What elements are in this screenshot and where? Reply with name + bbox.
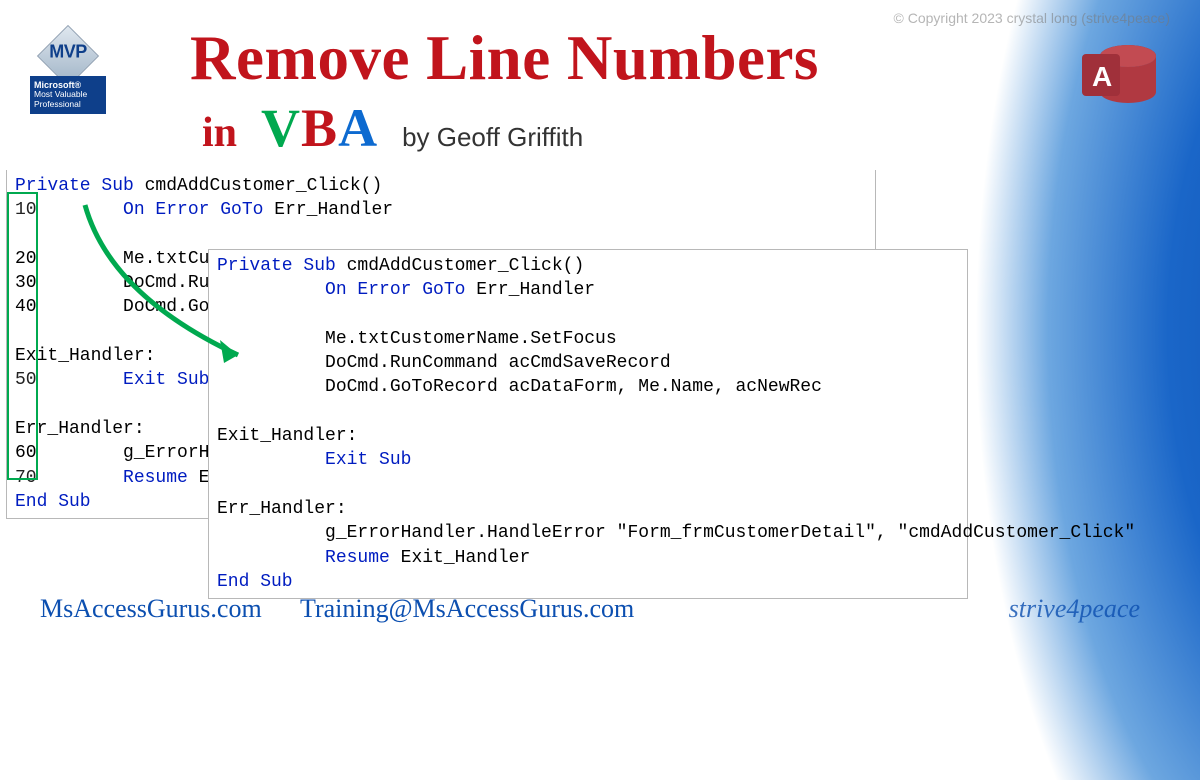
code-linenum: 70 [15, 468, 123, 488]
code-indent [217, 548, 325, 568]
code-kw: Resume [325, 548, 390, 568]
vba-v: V [261, 98, 301, 158]
footer-email[interactable]: Training@MsAccessGurus.com [300, 594, 634, 624]
code-string: "Form_frmCustomerDetail", "cmdAddCustome… [617, 523, 1135, 543]
code-kw: End Sub [217, 572, 293, 592]
code-text: 60 g_ErrorHa [15, 443, 220, 463]
code-text: DoCmd.GoToRecord acDataForm, Me.Name, ac… [217, 377, 822, 397]
code-kw: On Error GoTo [123, 200, 263, 220]
code-linenum: 50 [15, 370, 123, 390]
vba-b: B [301, 98, 338, 158]
code-text: g_ErrorHandler.HandleError [217, 523, 617, 543]
footer-signature: strive4peace [1009, 594, 1140, 624]
vba-a: A [338, 98, 378, 158]
code-kw: Exit Sub [325, 450, 411, 470]
code-text: 40 DoCmd.GoT [15, 297, 220, 317]
code-text: DoCmd.RunCommand acCmdSaveRecord [217, 353, 671, 373]
mvp-strip-line: Professional [34, 99, 81, 109]
title-block: Remove Line Numbers in VBA by Geoff Grif… [190, 22, 819, 159]
code-text: Err_Handler [465, 280, 595, 300]
access-logo: A [1080, 36, 1160, 114]
code-kw: Private Sub [217, 256, 336, 276]
code-label: Err_Handler: [217, 499, 347, 519]
code-panel-after: Private Sub cmdAddCustomer_Click() On Er… [208, 249, 968, 599]
code-text: cmdAddCustomer_Click() [336, 256, 584, 276]
code-label: Exit_Handler: [15, 346, 155, 366]
footer-url[interactable]: MsAccessGurus.com [40, 594, 262, 624]
code-kw: End Sub [15, 492, 91, 512]
mvp-badge: MVP Microsoft® Most Valuable Professiona… [34, 22, 102, 114]
code-text: Err_Handler [263, 200, 393, 220]
copyright-notice: © Copyright 2023 crystal long (strive4pe… [894, 10, 1170, 26]
title-vba: VBA [261, 97, 378, 159]
code-text: Me.txtCustomerName.SetFocus [217, 329, 617, 349]
code-label: Err_Handler: [15, 419, 145, 439]
mvp-strip-line: Most Valuable [34, 89, 87, 99]
code-label: Exit_Handler: [217, 426, 357, 446]
mvp-abbr: MVP [49, 41, 87, 62]
code-text: Exit_Handler [390, 548, 530, 568]
code-indent [217, 450, 325, 470]
code-kw: Private Sub [15, 176, 134, 196]
code-kw: Exit Sub [123, 370, 209, 390]
code-kw: Resume [123, 468, 188, 488]
page-title: Remove Line Numbers [190, 22, 819, 95]
code-indent [217, 280, 325, 300]
code-text: cmdAddCustomer_Click() [134, 176, 382, 196]
byline: by Geoff Griffith [402, 122, 583, 153]
access-letter-text: A [1092, 61, 1112, 93]
code-linenum: 10 [15, 200, 123, 220]
mvp-strip: Microsoft® Most Valuable Professional [30, 76, 106, 114]
title-in: in [202, 109, 237, 157]
code-kw: On Error GoTo [325, 280, 465, 300]
